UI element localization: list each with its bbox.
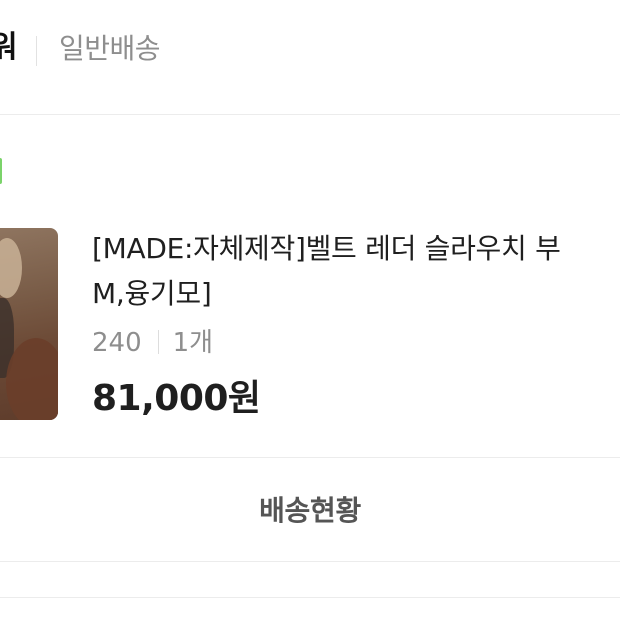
product-name-line-1: [MADE:자체제작]벨트 레더 슬라우치 부: [92, 232, 561, 265]
order-title-fragment: 워: [0, 30, 18, 65]
header-divider: [36, 36, 37, 66]
section-divider-bottom: [0, 597, 620, 598]
option-quantity: 1개: [172, 328, 214, 358]
product-name[interactable]: [MADE:자체제작]벨트 레더 슬라우치 부 M,융기모]: [92, 226, 620, 316]
product-thumbnail[interactable]: [0, 228, 58, 420]
product-options: 240 1개: [92, 322, 213, 364]
order-header: 워 일반배송: [0, 0, 620, 100]
delivery-tracking-label: 배송현황: [259, 494, 361, 527]
delivery-tracking-button[interactable]: 배송현황: [0, 458, 620, 560]
option-size: 240: [92, 328, 142, 358]
delivery-type-label: 일반배송: [59, 32, 161, 65]
product-price: 81,000원: [92, 378, 261, 419]
product-name-line-2: M,융기모]: [92, 277, 212, 310]
action-divider-bottom: [0, 561, 620, 562]
section-divider: [0, 114, 620, 115]
option-separator: [157, 330, 159, 354]
status-indicator-icon: [0, 158, 2, 184]
